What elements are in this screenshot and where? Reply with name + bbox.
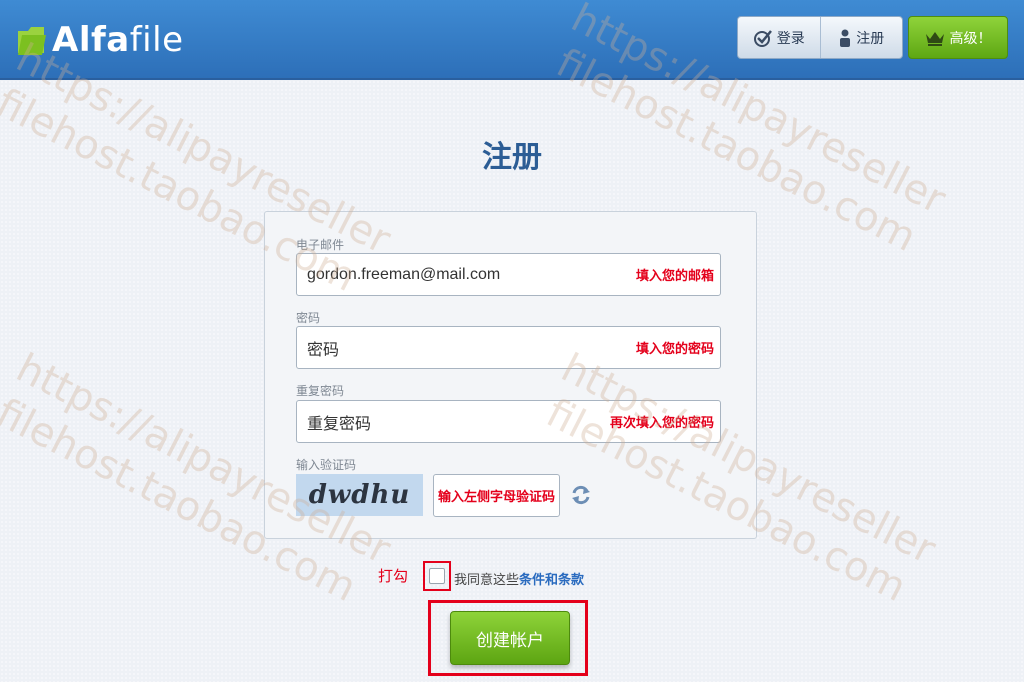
email-field[interactable]: gordon.freeman@mail.com 填入您的邮箱	[296, 253, 721, 296]
repeat-password-label: 重复密码	[296, 384, 345, 398]
captcha-label: 输入验证码	[296, 458, 357, 472]
email-value: gordon.freeman@mail.com	[307, 265, 501, 283]
password-note: 填入您的密码	[635, 341, 714, 356]
repeat-password-note: 再次填入您的密码	[609, 415, 714, 430]
page-title: 注册	[482, 141, 542, 174]
agree-checkbox[interactable]	[429, 568, 445, 584]
password-label: 密码	[296, 311, 321, 325]
repeat-password-placeholder: 重复密码	[307, 415, 372, 433]
password-placeholder: 密码	[307, 341, 340, 359]
crown-icon	[925, 31, 944, 46]
refresh-icon[interactable]	[570, 484, 592, 506]
login-button[interactable]: 登录	[738, 17, 820, 58]
captcha-image: dwdhu	[296, 474, 423, 516]
password-field[interactable]: 密码 填入您的密码	[296, 326, 721, 369]
captcha-input[interactable]: 输入左侧字母验证码	[433, 474, 560, 517]
register-button[interactable]: 注册	[819, 17, 903, 58]
terms-link[interactable]: 条件和条款	[519, 572, 584, 587]
auth-nav: 登录 注册	[737, 16, 903, 59]
top-header: Alfafile 登录 注册 高级！	[0, 0, 1024, 80]
folder-logo-icon	[18, 27, 46, 55]
logo-text: Alfafile	[52, 20, 184, 60]
user-icon	[840, 29, 851, 47]
tick-note: 打勾	[378, 568, 409, 585]
check-circle-icon	[753, 29, 772, 47]
agree-text: 我同意这些条件和条款	[454, 572, 585, 587]
email-label: 电子邮件	[296, 238, 345, 252]
alfafile-logo[interactable]: Alfafile	[16, 18, 183, 62]
email-note: 填入您的邮箱	[635, 268, 714, 283]
create-account-button[interactable]: 创建帐户	[450, 611, 570, 665]
captcha-note: 输入左侧字母验证码	[437, 489, 555, 504]
repeat-password-field[interactable]: 重复密码 再次填入您的密码	[296, 400, 721, 443]
premium-button[interactable]: 高级！	[908, 16, 1008, 59]
